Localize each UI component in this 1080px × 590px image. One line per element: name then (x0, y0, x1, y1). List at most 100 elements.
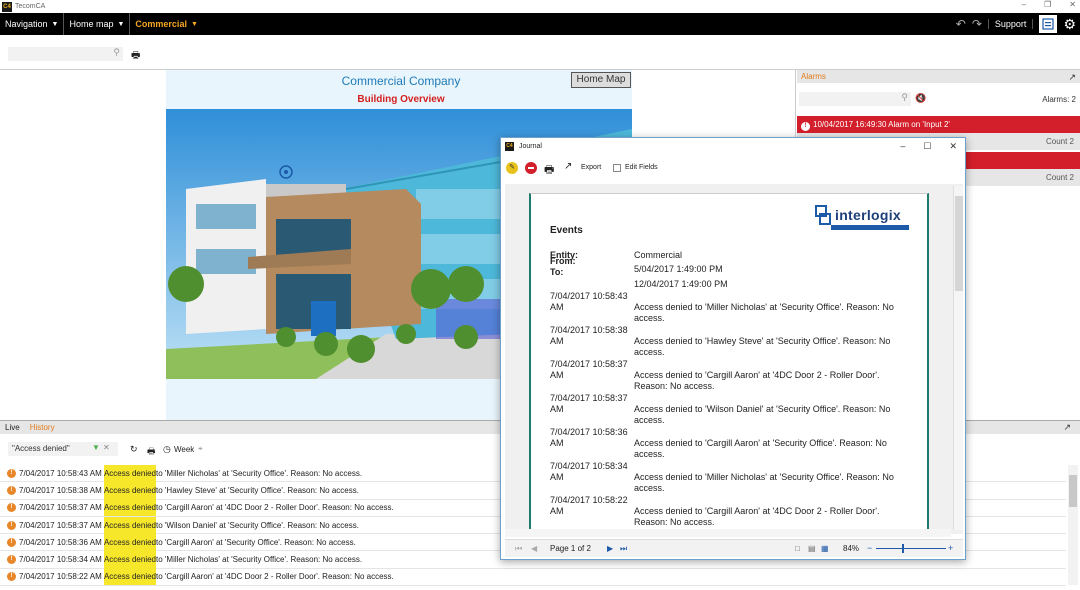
event-text: to 'Cargill Aaron' at '4DC Door 2 - Roll… (156, 572, 394, 582)
close-icon[interactable]: ✕ (949, 138, 957, 155)
scrollbar-thumb[interactable] (1069, 475, 1077, 507)
home-map-button[interactable]: Home Map (571, 72, 631, 88)
zoom-slider[interactable] (876, 548, 946, 549)
clear-filter-icon[interactable]: ✕ (103, 443, 110, 452)
event-text: to 'Wilson Daniel' at 'Security Office'.… (156, 520, 359, 530)
print-icon[interactable]: 🖶 (131, 48, 140, 65)
company-title: Commercial Company (341, 74, 461, 88)
zoom-level: 84% (843, 544, 860, 553)
export-button[interactable]: Export (581, 164, 601, 171)
journal-toggle-button[interactable] (1039, 15, 1058, 33)
interlogix-mark-icon (815, 205, 831, 225)
maximize-icon[interactable]: ☐ (923, 138, 931, 155)
event-highlight: Access denied (103, 516, 156, 534)
search-icon: ⚲ (113, 47, 120, 57)
redo-icon[interactable]: ↷ (972, 17, 982, 31)
minimize-icon[interactable]: – (1022, 0, 1026, 9)
edit-icon[interactable]: ✎ (506, 162, 518, 174)
edit-fields-checkbox[interactable] (613, 164, 621, 172)
nav-right-tools: ↶ ↷ Support ⚙ (956, 13, 1076, 35)
popout-icon[interactable]: ↗ (1068, 71, 1076, 84)
home-map-label: Home map (69, 19, 114, 29)
chevron-down-icon: ▼ (51, 20, 59, 28)
next-page-icon[interactable]: ▶ (607, 544, 613, 553)
alarms-header: Alarms ↗ (797, 70, 1080, 83)
print-icon[interactable]: 🖶 (147, 444, 156, 460)
undo-icon[interactable]: ↶ (956, 17, 966, 31)
event-text: to 'Miller Nicholas' at 'Security Office… (156, 468, 363, 478)
from-value: 5/04/2017 1:49:00 PM (634, 264, 723, 274)
warning-icon: ! (7, 520, 16, 530)
continuous-view-icon[interactable]: ▤ (808, 544, 816, 553)
alarm-count: Alarms: 2 (1042, 95, 1076, 104)
popout-icon[interactable]: ↗ (1058, 421, 1076, 434)
event-time: 7/04/2017 10:58:38 AM (19, 485, 102, 495)
minimize-icon[interactable]: – (900, 138, 905, 155)
filter-icon[interactable]: ▼ (92, 443, 100, 452)
edit-fields-label[interactable]: Edit Fields (625, 164, 658, 171)
journal-vertical-scrollbar[interactable] (953, 186, 963, 530)
filter-input[interactable]: "Access denied" (8, 442, 118, 456)
event-highlight: Access denied (103, 568, 156, 586)
journal-entry-time: 7/04/2017 10:58:37 AM (550, 359, 628, 380)
stop-icon[interactable] (525, 162, 537, 174)
search-input[interactable]: ⚲ (8, 47, 123, 61)
document-icon (1042, 18, 1055, 30)
alarm-row[interactable]: ! 10/04/2017 16:49:30 Alarm on 'Input 2' (797, 116, 1080, 133)
week-label[interactable]: Week (174, 445, 194, 454)
prev-page-icon[interactable]: ◀ (531, 544, 537, 553)
multi-page-view-icon[interactable]: ▦ (821, 544, 829, 553)
event-time: 7/04/2017 10:58:34 AM (19, 555, 102, 565)
mute-icon[interactable]: 🔇 (915, 93, 926, 104)
journal-entry-time: 7/04/2017 10:58:43 AM (550, 291, 628, 312)
entity-value: Commercial (634, 250, 683, 260)
tab-history[interactable]: History (25, 421, 60, 434)
event-text: to 'Cargill Aaron' at 'Security Office'.… (156, 537, 356, 547)
journal-entry-desc: Access denied to 'Hawley Steve' at 'Secu… (634, 336, 891, 357)
alarm-text: 10/04/2017 16:49:30 Alarm on 'Input 2' (813, 120, 950, 129)
history-scrollbar[interactable] (1068, 465, 1078, 585)
journal-entry-desc: Access denied to 'Cargill Aaron' at '4DC… (634, 370, 880, 391)
first-page-icon[interactable]: ⏮ (515, 544, 522, 554)
journal-entry-time: 7/04/2017 10:58:38 AM (550, 325, 628, 346)
refresh-icon[interactable]: ↻ (130, 444, 138, 455)
single-page-view-icon[interactable]: □ (795, 544, 800, 553)
export-icon[interactable]: ↗ (564, 161, 572, 172)
close-icon[interactable]: ✕ (1069, 0, 1076, 9)
commercial-menu[interactable]: Commercial ▼ (130, 13, 202, 35)
clock-icon[interactable]: ◷ (163, 444, 171, 455)
warning-icon: ! (7, 485, 16, 495)
event-highlight: Access denied (103, 464, 156, 482)
home-map-menu[interactable]: Home map ▼ (64, 13, 131, 35)
journal-entry-desc: Access denied to 'Cargill Aaron' at 'Sec… (634, 438, 887, 459)
zoom-in-icon[interactable]: + (948, 543, 953, 553)
journal-entry-time: 7/04/2017 10:58:37 AM (550, 393, 628, 414)
gear-icon[interactable]: ⚙ (1063, 16, 1076, 33)
locate-icon[interactable]: ⌖ (198, 444, 203, 454)
to-value: 12/04/2017 1:49:00 PM (634, 279, 728, 289)
chevron-down-icon: ▼ (117, 20, 125, 28)
event-time: 7/04/2017 10:58:36 AM (19, 537, 102, 547)
interlogix-brand: interlogix (835, 207, 902, 223)
event-time: 7/04/2017 10:58:37 AM (19, 520, 102, 530)
support-link[interactable]: Support (987, 19, 1034, 29)
navigation-menu[interactable]: Navigation ▼ (0, 13, 65, 35)
journal-horizontal-scrollbar[interactable] (505, 529, 951, 537)
interlogix-logo: interlogix (815, 205, 911, 231)
building-title: Building Overview (357, 94, 445, 105)
list-item[interactable]: ! 7/04/2017 10:58:22 AM Access denied to … (0, 568, 1066, 587)
zoom-out-icon[interactable]: − (867, 543, 872, 553)
event-highlight: Access denied (103, 481, 156, 499)
title-bar: C4 TecomCA – ❐ ✕ (0, 0, 1080, 13)
alarm-search-input[interactable]: ⚲ (799, 92, 911, 106)
scrollbar-thumb[interactable] (955, 196, 963, 291)
tab-live[interactable]: Live (0, 421, 25, 434)
journal-entry-desc: Access denied to 'Miller Nicholas' at 'S… (634, 472, 894, 493)
alarms-title: Alarms (801, 72, 826, 81)
alarm-icon: ! (801, 122, 810, 131)
journal-dialog: C4 Journal – ☐ ✕ ✎ 🖶 ↗ Export Edit Field… (500, 137, 966, 560)
zoom-slider-thumb[interactable] (902, 544, 904, 553)
print-icon[interactable]: 🖶 (544, 161, 554, 180)
last-page-icon[interactable]: ⏭ (620, 544, 627, 554)
restore-icon[interactable]: ❐ (1044, 0, 1051, 9)
